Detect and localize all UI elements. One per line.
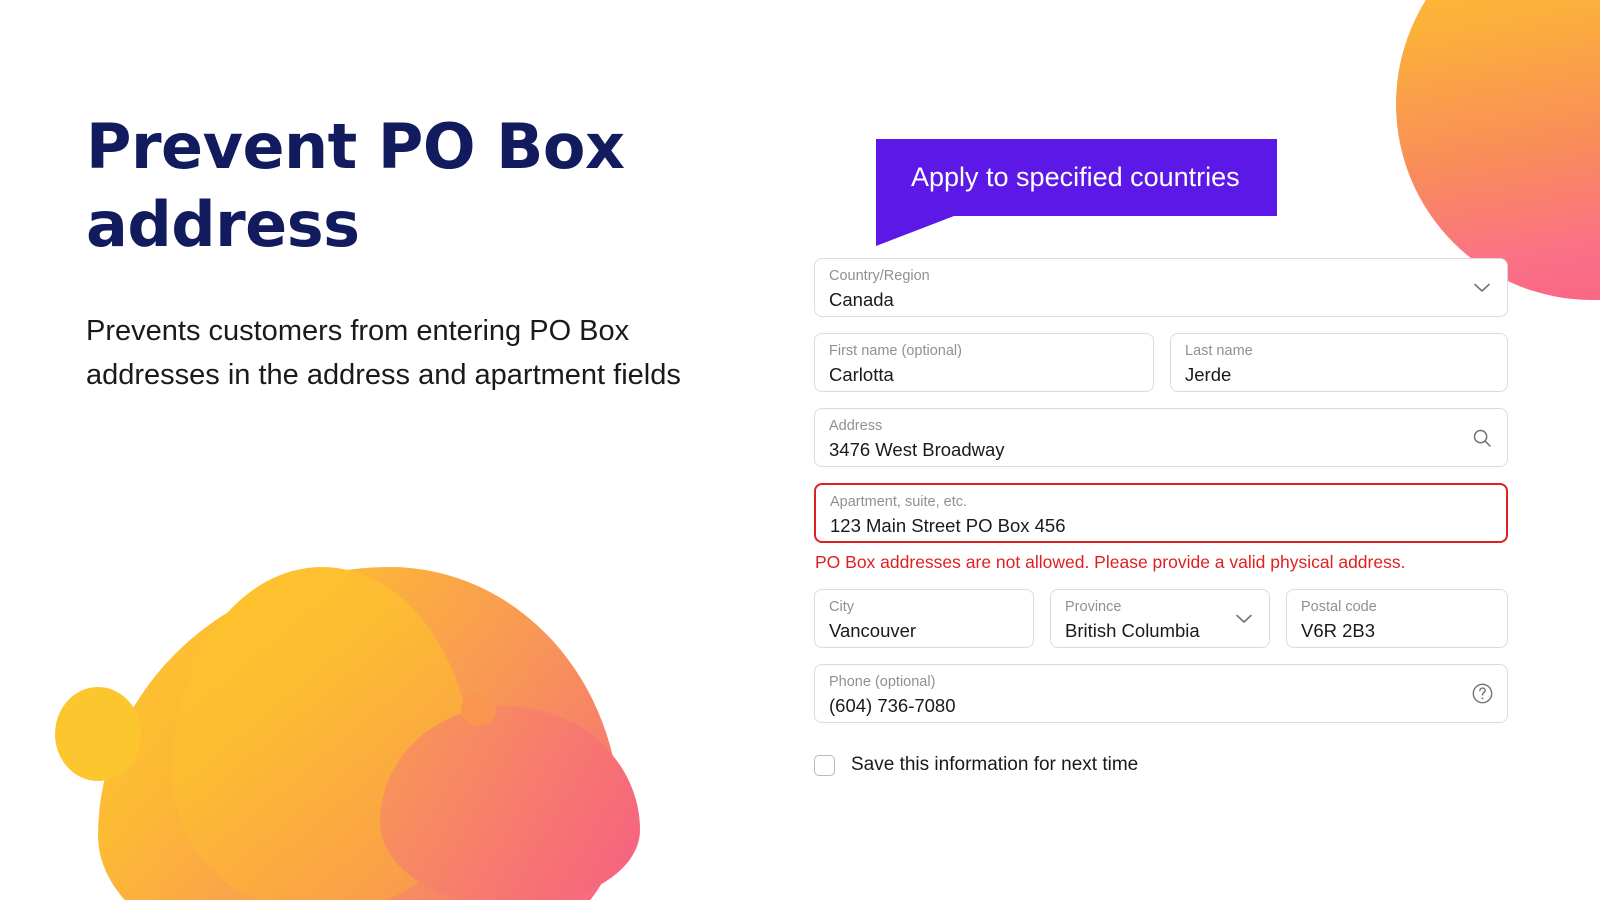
- callout-label: Apply to specified countries: [876, 139, 1277, 216]
- gradient-circle-top-right: [1396, 0, 1600, 300]
- last-name-label: Last name: [1185, 343, 1253, 359]
- first-name-label: First name (optional): [829, 343, 962, 359]
- city-value: Vancouver: [829, 620, 917, 641]
- postal-code-label: Postal code: [1301, 599, 1377, 615]
- form-row-locality: City Vancouver Province British Columbia…: [814, 589, 1508, 648]
- chevron-down-icon[interactable]: [1233, 608, 1255, 630]
- address-value: 3476 West Broadway: [829, 439, 1005, 460]
- city-input[interactable]: City Vancouver: [814, 589, 1034, 648]
- form-row-names: First name (optional) Carlotta Last name…: [814, 333, 1508, 392]
- save-info-label: Save this information for next time: [851, 754, 1139, 775]
- page-title: Prevent PO Box address: [86, 110, 625, 261]
- country-region-value: Canada: [829, 289, 894, 310]
- search-icon[interactable]: [1471, 427, 1493, 449]
- postal-code-input[interactable]: Postal code V6R 2B3: [1286, 589, 1508, 648]
- gradient-blob-bottom-left: [98, 567, 620, 900]
- chevron-down-icon[interactable]: [1471, 277, 1493, 299]
- province-label: Province: [1065, 599, 1122, 615]
- save-info-row[interactable]: Save this information for next time: [814, 754, 1508, 776]
- country-region-label: Country/Region: [829, 268, 930, 284]
- phone-value: (604) 736-7080: [829, 695, 956, 716]
- form-row-address: Address 3476 West Broadway: [814, 408, 1508, 467]
- apartment-input[interactable]: Apartment, suite, etc. 123 Main Street P…: [814, 483, 1508, 543]
- screenshot-root: Prevent PO Box address Prevents customer…: [0, 0, 1600, 900]
- intro-panel: Prevent PO Box address Prevents customer…: [86, 108, 746, 397]
- phone-input[interactable]: Phone (optional) (604) 736-7080: [814, 664, 1508, 723]
- decorative-dot-small: [461, 694, 496, 726]
- form-row-apartment: Apartment, suite, etc. 123 Main Street P…: [814, 483, 1508, 573]
- phone-label: Phone (optional): [829, 674, 936, 690]
- apartment-label: Apartment, suite, etc.: [830, 494, 968, 510]
- apartment-value: 123 Main Street PO Box 456: [830, 515, 1066, 536]
- help-circle-icon[interactable]: [1471, 683, 1493, 705]
- gradient-blob-right-lobe: [380, 706, 640, 900]
- form-row-country: Country/Region Canada: [814, 258, 1508, 317]
- postal-code-value: V6R 2B3: [1301, 620, 1376, 641]
- save-info-checkbox[interactable]: [814, 754, 835, 776]
- shipping-address-form: Country/Region Canada First name (option…: [814, 258, 1508, 776]
- page-description: Prevents customers from entering PO Box …: [86, 315, 681, 391]
- first-name-value: Carlotta: [829, 364, 894, 385]
- form-row-phone: Phone (optional) (604) 736-7080: [814, 664, 1508, 723]
- first-name-input[interactable]: First name (optional) Carlotta: [814, 333, 1154, 392]
- callout-tooltip: Apply to specified countries: [876, 139, 1277, 246]
- city-label: City: [829, 599, 854, 615]
- last-name-input[interactable]: Last name Jerde: [1170, 333, 1508, 392]
- address-input[interactable]: Address 3476 West Broadway: [814, 408, 1508, 467]
- province-select[interactable]: Province British Columbia: [1050, 589, 1270, 648]
- gradient-blob-lobe: [172, 567, 472, 900]
- country-region-select[interactable]: Country/Region Canada: [814, 258, 1508, 317]
- address-label: Address: [829, 418, 883, 434]
- province-value: British Columbia: [1065, 620, 1200, 641]
- last-name-value: Jerde: [1185, 364, 1232, 385]
- apartment-error-message: PO Box addresses are not allowed. Please…: [815, 552, 1406, 572]
- decorative-dot-large: [55, 687, 141, 781]
- callout-tail: [876, 216, 954, 246]
